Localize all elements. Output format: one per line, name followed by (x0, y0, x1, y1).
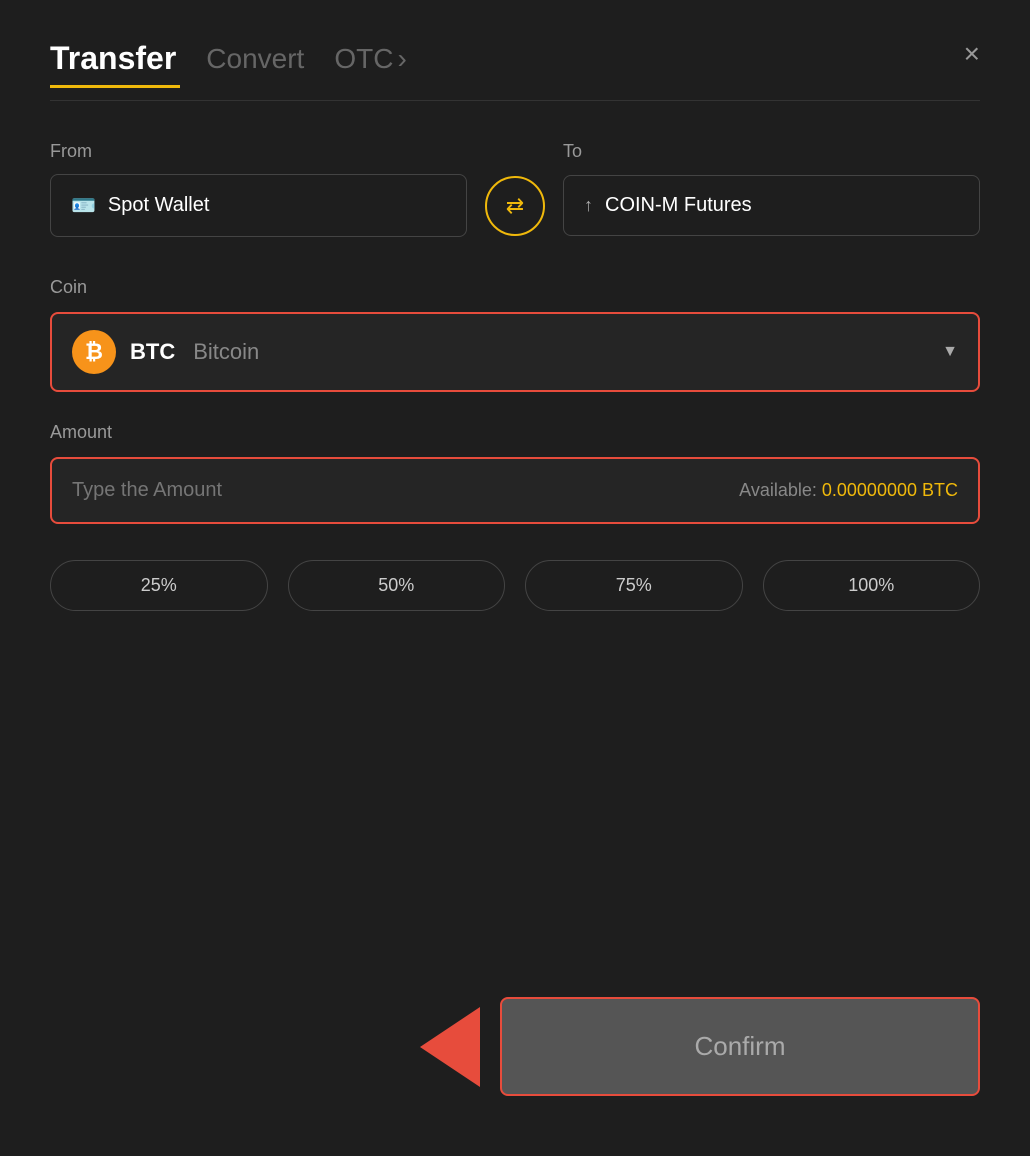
coin-symbol: BTC (130, 339, 175, 365)
pct-button[interactable]: 75% (525, 560, 743, 611)
swap-spacer (467, 141, 563, 162)
btc-symbol-icon: ₿ (85, 339, 103, 365)
from-wallet-box[interactable]: 🪪 Spot Wallet (50, 174, 467, 237)
tab-otc[interactable]: OTC › (334, 43, 406, 75)
pct-row: 25% 50% 75% 100% (50, 560, 980, 611)
from-to-labels: From To (50, 141, 980, 162)
chevron-down-icon: ▼ (942, 343, 958, 361)
available-amount: 0.00000000 BTC (822, 480, 958, 500)
btc-icon: ₿ (72, 330, 116, 374)
from-to-row: 🪪 Spot Wallet ⇄ ↑ COIN-M Futures (50, 174, 980, 237)
from-wallet-name: Spot Wallet (108, 194, 210, 217)
confirm-button[interactable]: Confirm (500, 997, 980, 1096)
coin-selector[interactable]: ₿ BTC Bitcoin ▼ (50, 312, 980, 392)
header-divider (50, 100, 980, 101)
to-wallet-name: COIN-M Futures (605, 194, 752, 217)
coin-label: Coin (50, 277, 980, 298)
transfer-modal: Transfer Convert OTC › × From To 🪪 Spot … (0, 0, 1030, 1156)
swap-icon: ⇄ (506, 193, 524, 219)
amount-input[interactable] (72, 479, 739, 502)
pct-button[interactable]: 100% (763, 560, 981, 611)
coin-full-name: Bitcoin (193, 339, 259, 365)
to-wallet-box[interactable]: ↑ COIN-M Futures (563, 175, 980, 236)
pct-button[interactable]: 25% (50, 560, 268, 611)
tab-transfer[interactable]: Transfer (50, 40, 176, 77)
header: Transfer Convert OTC › × (50, 40, 980, 77)
amount-box: Available: 0.00000000 BTC (50, 457, 980, 524)
futures-icon: ↑ (584, 195, 593, 216)
pct-button[interactable]: 50% (288, 560, 506, 611)
close-button[interactable]: × (964, 40, 980, 68)
tab-underline (50, 85, 180, 88)
swap-button[interactable]: ⇄ (485, 176, 545, 236)
available-text: Available: 0.00000000 BTC (739, 480, 958, 501)
to-label: To (563, 141, 980, 162)
tab-convert[interactable]: Convert (206, 43, 304, 75)
coin-section: Coin ₿ BTC Bitcoin ▼ (50, 277, 980, 392)
confirm-row: Confirm (50, 997, 980, 1096)
arrow-indicator (420, 1007, 480, 1087)
from-label: From (50, 141, 467, 162)
amount-section: Amount Available: 0.00000000 BTC (50, 422, 980, 524)
wallet-card-icon: 🪪 (71, 193, 96, 218)
amount-label: Amount (50, 422, 980, 443)
